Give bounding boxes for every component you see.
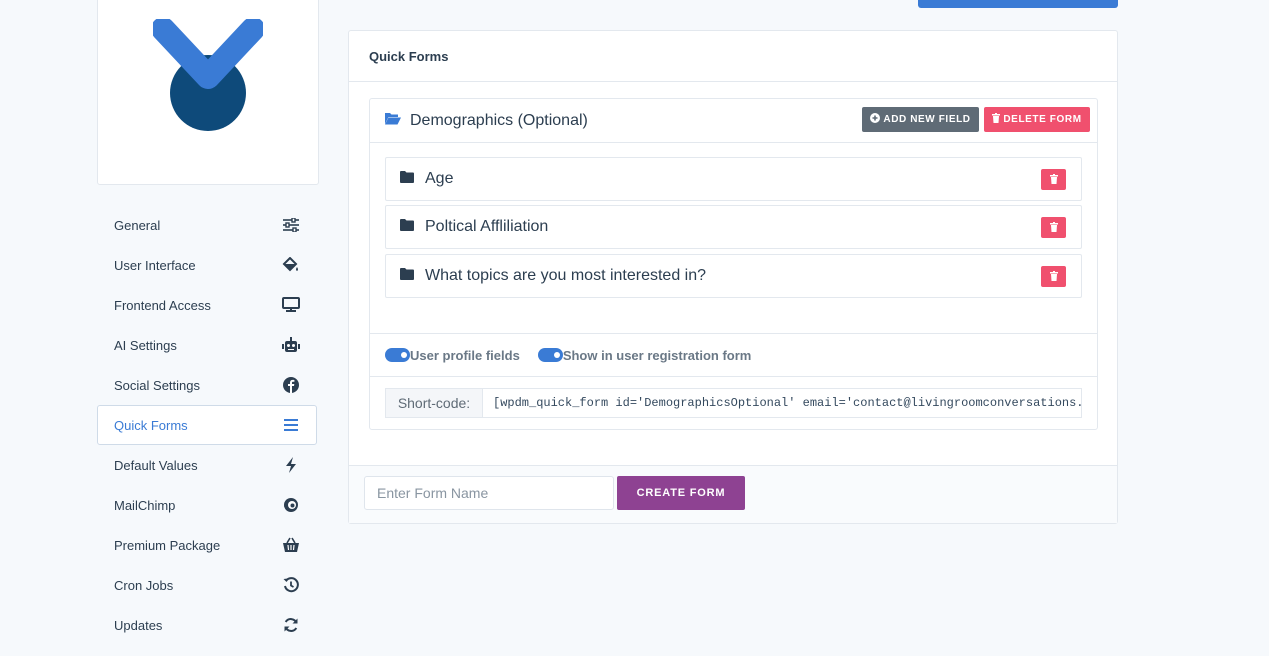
delete-field-button[interactable] <box>1041 169 1066 190</box>
form-name: Demographics (Optional) <box>410 111 588 129</box>
desktop-icon <box>281 295 301 315</box>
form-name-input[interactable] <box>364 476 614 510</box>
create-form-button[interactable]: CREATE FORM <box>617 476 745 510</box>
top-action-button[interactable] <box>918 0 1118 8</box>
sidebar-item-label: Default Values <box>114 457 198 473</box>
sidebar-item-label: Social Settings <box>114 377 200 393</box>
trash-icon <box>1049 171 1058 189</box>
shortcode-group: Short-code: [wpdm_quick_form id='Demogra… <box>385 388 1082 419</box>
sidebar-item-label: AI Settings <box>114 337 177 353</box>
field-label: Age <box>425 170 454 187</box>
sidebar-item-mailchimp[interactable]: MailChimp <box>97 485 317 525</box>
trash-icon <box>992 113 1001 126</box>
field-label: What topics are you most interested in? <box>425 267 707 284</box>
sidebar-item-social-settings[interactable]: Social Settings <box>97 365 317 405</box>
sidebar-item-label: User Interface <box>114 257 196 273</box>
sidebar-item-user-interface[interactable]: User Interface <box>97 245 317 285</box>
folder-icon <box>400 267 414 285</box>
sidebar-item-general[interactable]: General <box>97 205 317 245</box>
panel-title: Quick Forms <box>349 31 1117 82</box>
toggle-label: User profile fields <box>410 347 520 363</box>
sidebar-nav: General User Interface Frontend Access A… <box>97 205 317 645</box>
field-label: Poltical Affliliation <box>425 218 549 235</box>
sidebar-item-label: General <box>114 217 161 233</box>
add-new-field-label: ADD NEW FIELD <box>883 114 971 125</box>
quick-forms-panel: Quick Forms Demographics (Optional) ADD … <box>348 30 1118 524</box>
sidebar-item-label: Updates <box>114 617 163 633</box>
paint-bucket-icon <box>281 255 301 275</box>
sidebar-item-label: MailChimp <box>114 497 176 513</box>
registration-form-toggle[interactable]: Show in user registration form <box>537 347 752 363</box>
sidebar-item-premium-package[interactable]: Premium Package <box>97 525 317 565</box>
field-row[interactable]: Poltical Affliliation <box>385 205 1082 249</box>
user-profile-toggle[interactable]: User profile fields <box>385 348 520 363</box>
list-icon <box>281 415 301 435</box>
sidebar-item-label: Cron Jobs <box>114 577 174 593</box>
shortcode-field[interactable]: [wpdm_quick_form id='DemographicsOptiona… <box>482 388 1082 418</box>
delete-form-button[interactable]: DELETE FORM <box>984 107 1090 132</box>
trash-icon <box>1049 268 1058 286</box>
sidebar-item-label: Premium Package <box>114 537 221 553</box>
sidebar-item-frontend-access[interactable]: Frontend Access <box>97 285 317 325</box>
sidebar-item-quick-forms[interactable]: Quick Forms <box>97 405 317 445</box>
toggle-switch[interactable] <box>537 348 563 362</box>
delete-field-button[interactable] <box>1041 266 1066 287</box>
sidebar-item-label: Frontend Access <box>114 297 211 313</box>
create-form-bar: CREATE FORM <box>349 465 1117 523</box>
logo-icon <box>153 19 263 131</box>
sidebar-item-default-values[interactable]: Default Values <box>97 445 317 485</box>
sync-icon <box>281 615 301 635</box>
plus-circle-icon <box>870 113 881 126</box>
sidebar-item-cron-jobs[interactable]: Cron Jobs <box>97 565 317 605</box>
sliders-icon <box>281 215 301 235</box>
shortcode-label: Short-code: <box>385 388 482 418</box>
delete-field-button[interactable] <box>1041 217 1066 238</box>
add-new-field-button[interactable]: ADD NEW FIELD <box>862 107 979 132</box>
facebook-icon <box>281 375 301 395</box>
mailchimp-icon <box>281 495 301 515</box>
trash-icon <box>1049 219 1058 237</box>
toggle-label: Show in user registration form <box>562 347 752 363</box>
bolt-icon <box>281 455 301 475</box>
logo-card <box>97 0 319 185</box>
delete-form-label: DELETE FORM <box>1003 114 1082 125</box>
field-row[interactable]: What topics are you most interested in? <box>385 254 1082 298</box>
sidebar-item-label: Quick Forms <box>114 417 188 433</box>
field-row[interactable]: Age <box>385 157 1082 201</box>
sidebar-item-updates[interactable]: Updates <box>97 605 317 645</box>
folder-icon <box>400 218 414 236</box>
folder-open-icon <box>385 112 401 130</box>
folder-icon <box>400 170 414 188</box>
form-header[interactable]: Demographics (Optional) ADD NEW FIELD DE… <box>370 99 1097 143</box>
sidebar-item-ai-settings[interactable]: AI Settings <box>97 325 317 365</box>
history-icon <box>281 575 301 595</box>
form-toggles: User profile fields Show in user registr… <box>370 333 1097 377</box>
toggle-switch[interactable] <box>385 348 410 362</box>
basket-icon <box>281 535 301 555</box>
robot-icon <box>281 335 301 355</box>
form-card: Demographics (Optional) ADD NEW FIELD DE… <box>369 98 1098 430</box>
